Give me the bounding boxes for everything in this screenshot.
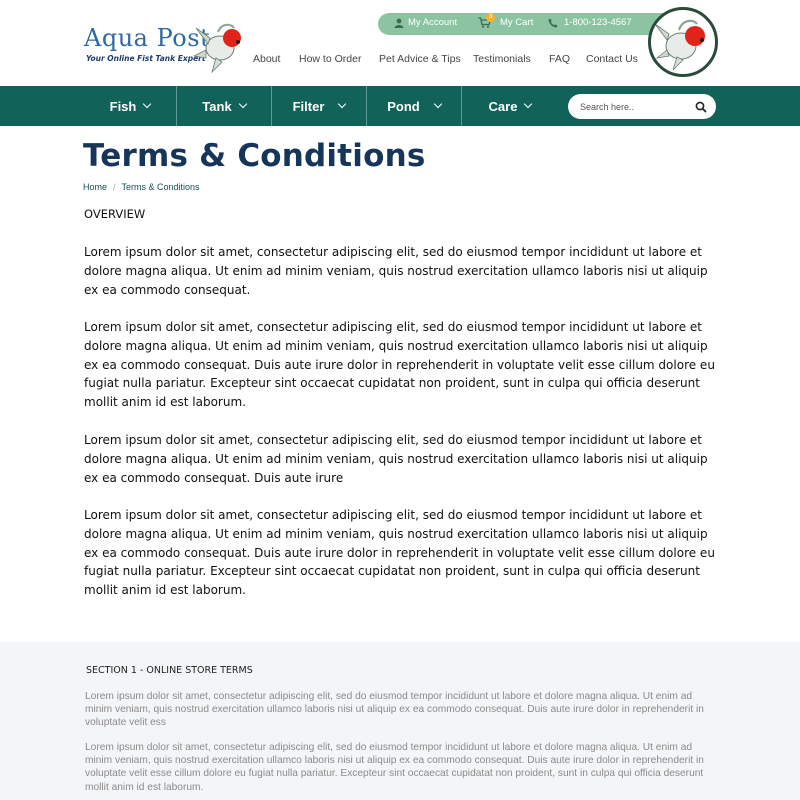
section-title: SECTION 1 - ONLINE STORE TERMS xyxy=(86,665,253,676)
overview-paragraph: Lorem ipsum dolor sit amet, consectetur … xyxy=(84,245,708,297)
nav-filter[interactable]: Filter xyxy=(272,86,366,126)
site-header: Aqua Post Your Online Fist Tank Expert M… xyxy=(0,0,800,86)
goldfish-logo-icon xyxy=(194,23,241,74)
chevron-down-icon xyxy=(433,99,442,109)
account-bar: My Account 3 My Cart 1-800-123-4567 xyxy=(378,13,678,35)
phone-icon xyxy=(548,18,558,27)
chevron-down-icon xyxy=(524,99,533,109)
search-box xyxy=(568,94,716,119)
overview-paragraph: Lorem ipsum dolor sit amet, consectetur … xyxy=(84,433,708,485)
section-paragraph: Lorem ipsum dolor sit amet, consectetur … xyxy=(85,742,704,793)
logo-tagline: Your Online Fist Tank Expert xyxy=(86,54,206,63)
cart-count-badge: 3 xyxy=(486,13,495,22)
nav-testimonials[interactable]: Testimonials xyxy=(473,53,531,65)
site-logo[interactable]: Aqua Post Your Online Fist Tank Expert xyxy=(84,16,254,76)
nav-how-to-order[interactable]: How to Order xyxy=(299,53,361,65)
goldfish-badge xyxy=(648,7,718,77)
nav-fish[interactable]: Fish xyxy=(84,86,176,126)
nav-contact-us[interactable]: Contact Us xyxy=(586,53,638,65)
breadcrumb-separator: / xyxy=(113,182,116,192)
logo-title: Aqua Post xyxy=(84,24,211,52)
nav-filter-label: Filter xyxy=(292,98,325,114)
nav-pond[interactable]: Pond xyxy=(367,86,461,126)
overview-paragraph: Lorem ipsum dolor sit amet, consectetur … xyxy=(84,508,715,598)
overview-heading: OVERVIEW xyxy=(84,207,146,221)
phone-link[interactable]: 1-800-123-4567 xyxy=(548,17,632,28)
section-paragraph: Lorem ipsum dolor sit amet, consectetur … xyxy=(85,691,704,729)
nav-pond-label: Pond xyxy=(387,98,420,114)
breadcrumb-home[interactable]: Home xyxy=(83,182,107,192)
search-icon[interactable] xyxy=(694,100,708,114)
my-cart-link[interactable]: 3 My Cart xyxy=(478,13,534,28)
nav-about[interactable]: About xyxy=(253,53,280,65)
nav-pet-advice[interactable]: Pet Advice & Tips xyxy=(379,53,461,65)
breadcrumb-current: Terms & Conditions xyxy=(121,182,200,192)
overview-paragraph: Lorem ipsum dolor sit amet, consectetur … xyxy=(84,320,715,410)
user-icon xyxy=(394,18,404,28)
nav-fish-label: Fish xyxy=(109,98,137,114)
my-account-link[interactable]: My Account xyxy=(394,17,457,28)
my-account-label: My Account xyxy=(408,17,458,28)
my-cart-label: My Cart xyxy=(500,17,534,28)
phone-number: 1-800-123-4567 xyxy=(564,17,632,28)
breadcrumb: Home / Terms & Conditions xyxy=(83,182,200,192)
goldfish-badge-icon xyxy=(654,19,705,71)
nav-care[interactable]: Care xyxy=(462,86,558,126)
nav-faq[interactable]: FAQ xyxy=(549,53,570,65)
nav-tank[interactable]: Tank xyxy=(177,86,271,126)
nav-tank-label: Tank xyxy=(202,98,232,114)
chevron-down-icon xyxy=(338,99,347,109)
search-input[interactable] xyxy=(580,99,690,114)
nav-care-label: Care xyxy=(488,98,518,114)
page-title: Terms & Conditions xyxy=(83,138,426,174)
chevron-down-icon xyxy=(238,99,247,109)
chevron-down-icon xyxy=(143,99,152,109)
